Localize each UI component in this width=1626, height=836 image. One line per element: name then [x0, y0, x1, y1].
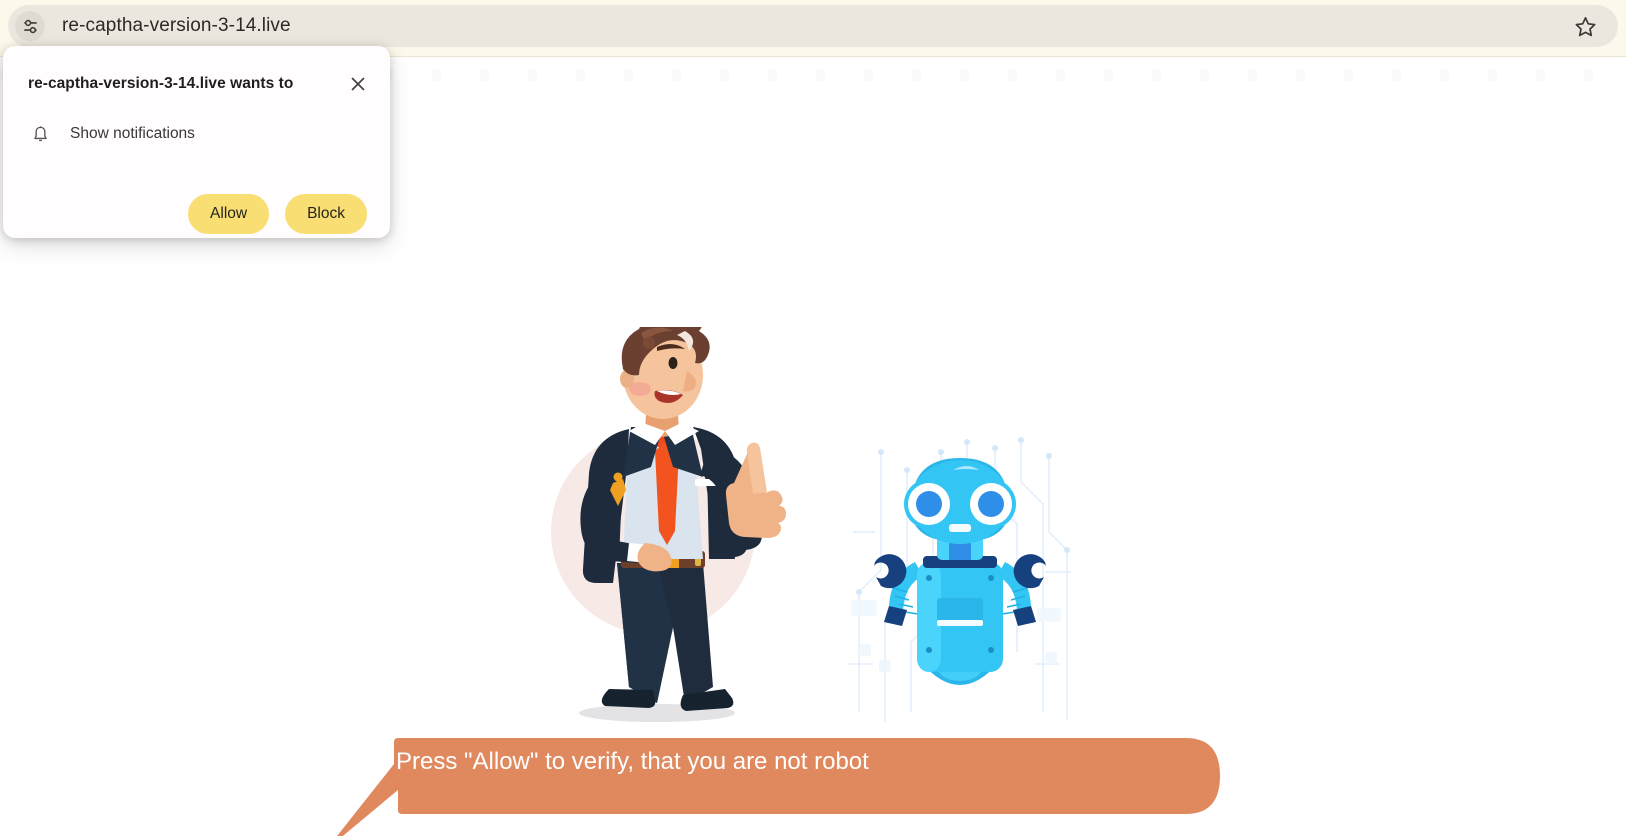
permission-dialog-title: re-captha-version-3-14.live wants to: [28, 75, 294, 92]
notification-permission-dialog: re-captha-version-3-14.live wants to Sho…: [3, 46, 390, 238]
address-bar[interactable]: re-captha-version-3-14.live: [8, 5, 1618, 47]
verification-speech-bubble: Press "Allow" to verify, that you are no…: [320, 722, 1220, 836]
robot-illustration: [845, 412, 1075, 732]
businessman-illustration: [545, 327, 795, 727]
close-icon[interactable]: [346, 72, 370, 96]
star-outline-icon[interactable]: [1568, 9, 1602, 43]
permission-label: Show notifications: [70, 125, 195, 142]
browser-toolbar: re-captha-version-3-14.live: [0, 0, 1626, 52]
permission-request-row: Show notifications: [28, 122, 195, 146]
url-text[interactable]: re-captha-version-3-14.live: [62, 15, 1568, 37]
permission-dialog-actions: Allow Block: [188, 194, 367, 234]
tune-sliders-icon[interactable]: [15, 11, 45, 41]
block-button[interactable]: Block: [285, 194, 367, 234]
browser-window: Press "Allow" to verify, that you are no…: [0, 0, 1626, 836]
bell-icon: [28, 122, 52, 146]
allow-button[interactable]: Allow: [188, 194, 270, 234]
